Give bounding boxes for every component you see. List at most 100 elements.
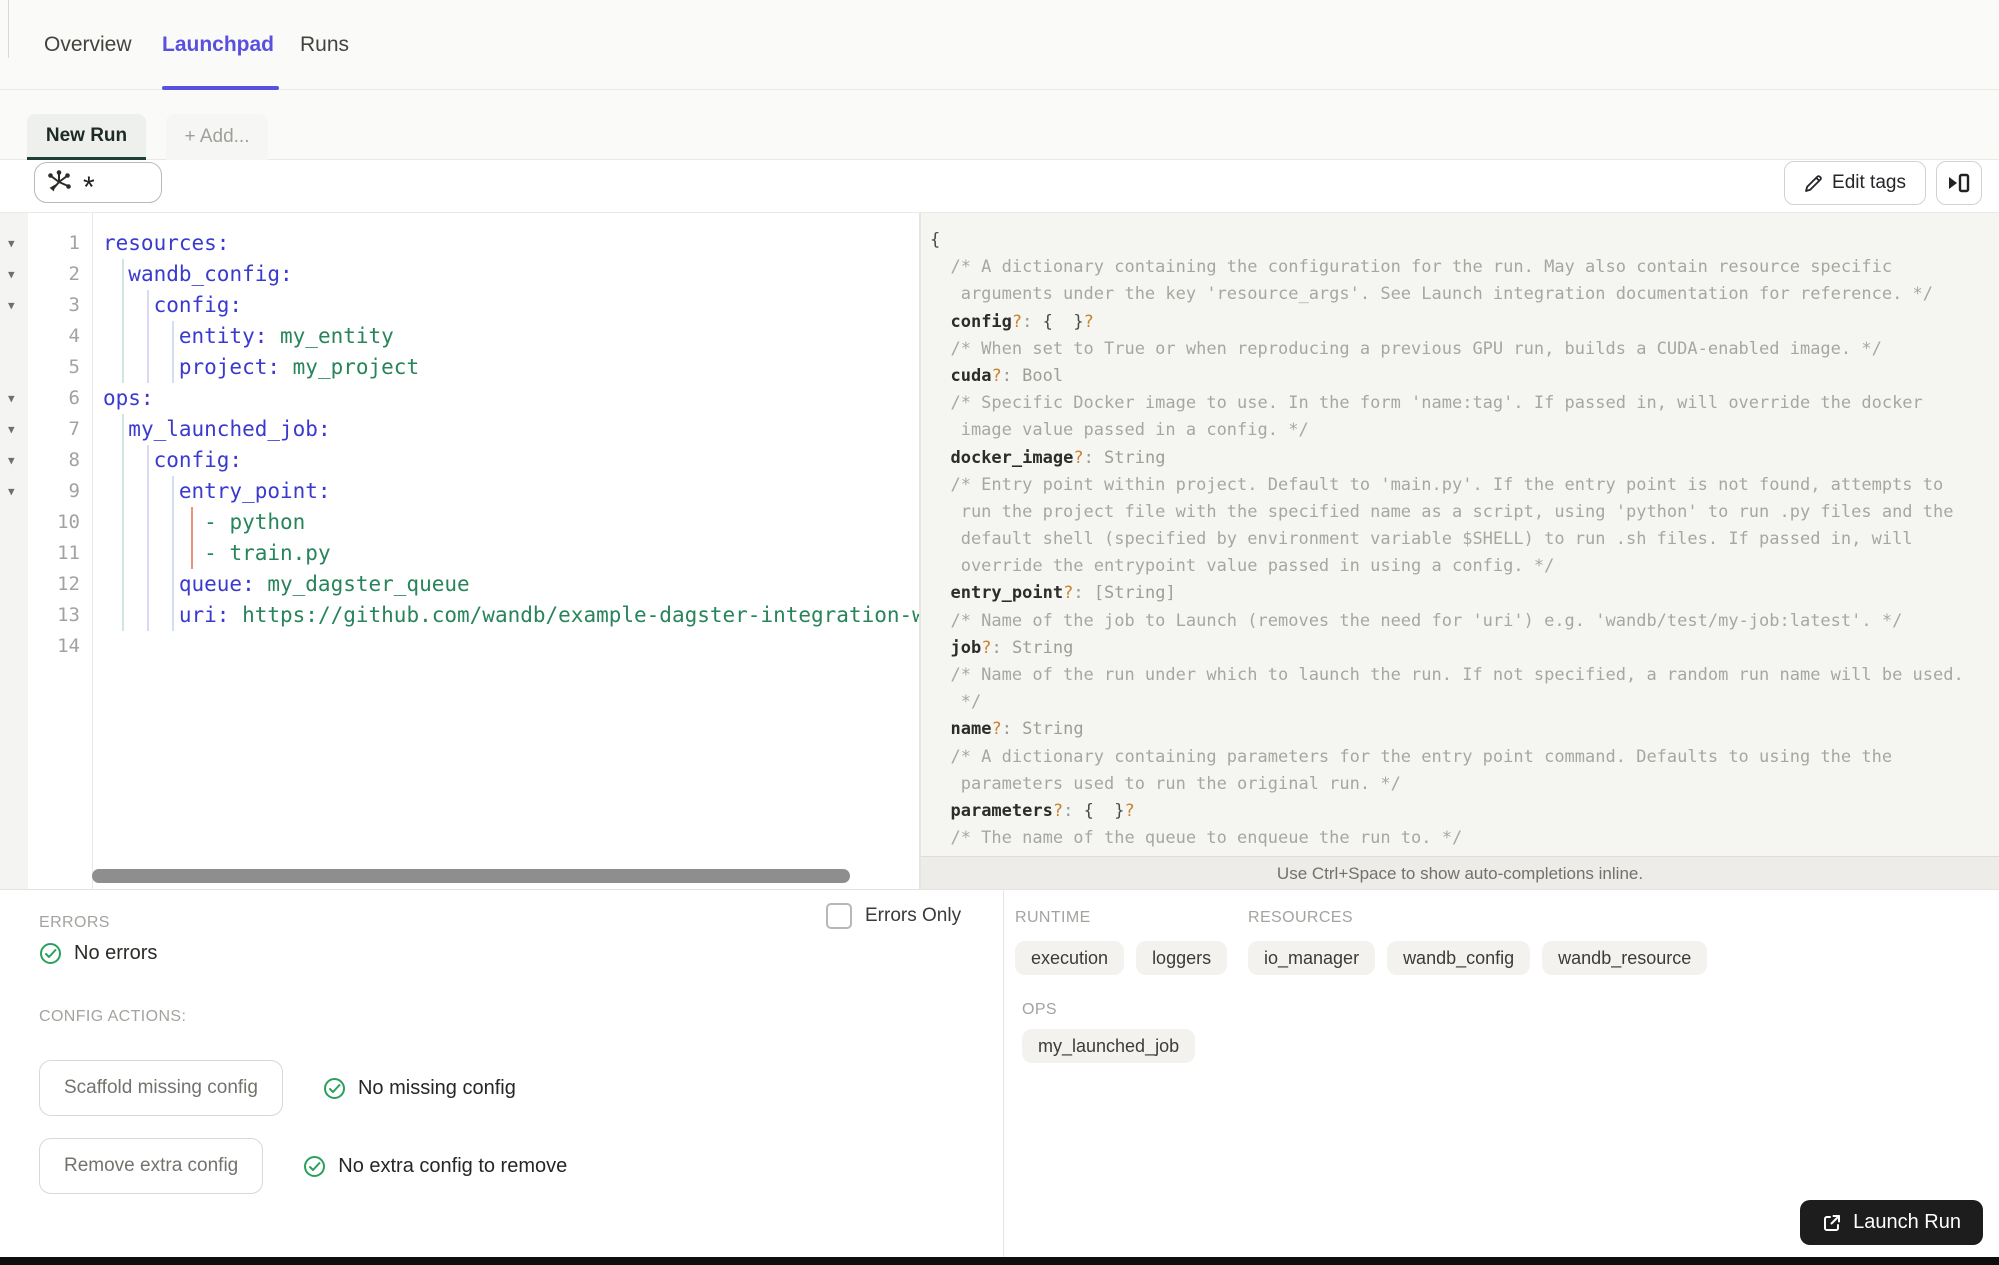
errors-section-label: ERRORS <box>39 914 110 931</box>
code-line[interactable]: ▼ 8 config: <box>0 445 919 476</box>
expand-panel-button[interactable] <box>1936 161 1982 205</box>
op-selector-value: * <box>83 170 95 204</box>
code-lines: ▼ 1 resources: ▼ 2 wandb_config: ▼ 3 config: 4 … <box>0 228 919 662</box>
code-line[interactable]: ▼ 1 resources: <box>0 228 919 259</box>
schema-doc-line: image value passed in a config. */ <box>930 420 1309 441</box>
code-line[interactable]: 12 queue: my_dagster_queue <box>0 569 919 600</box>
resources-section-label: RESOURCES <box>1248 909 1353 926</box>
schema-doc-line: { <box>930 230 941 250</box>
tag-pill[interactable]: io_manager <box>1248 941 1376 975</box>
line-number: 8 <box>68 449 80 471</box>
tag-pill[interactable]: my_launched_job <box>1022 1029 1196 1063</box>
schema-doc-line: default shell (specified by environment … <box>930 529 1913 550</box>
line-number: 4 <box>68 325 80 347</box>
line-number: 9 <box>68 480 80 502</box>
line-number: 14 <box>57 635 80 657</box>
remove-status-text: No extra config to remove <box>338 1154 568 1177</box>
launchpad-page: Overview Launchpad Runs New Run + Add... <box>0 0 1999 1265</box>
check-circle-icon <box>39 942 62 965</box>
bottom-panel-divider <box>1003 890 1004 1258</box>
code-text: - train.py <box>204 541 331 565</box>
code-text: config: <box>153 448 243 472</box>
top-tab-bar: Overview Launchpad Runs <box>0 0 1999 90</box>
launch-run-button[interactable]: Launch Run <box>1800 1200 1983 1245</box>
code-line[interactable]: 13 uri: https://github.com/wandb/example… <box>0 600 919 631</box>
check-circle-icon <box>323 1077 346 1100</box>
schema-doc-line: /* Name of the job to Launch (removes th… <box>930 610 1903 631</box>
tab-add-config[interactable]: + Add... <box>166 114 268 160</box>
schema-doc-line: parameters used to run the original run.… <box>930 773 1401 794</box>
code-text: entry_point: <box>178 479 331 503</box>
code-text: entity: my_entity <box>178 324 394 348</box>
launch-run-label: Launch Run <box>1853 1211 1961 1233</box>
schema-doc-line: entry_point?: [String] <box>950 583 1176 604</box>
schema-doc-line: docker_image?: String <box>950 447 1166 468</box>
scaffold-status: No missing config <box>323 1077 516 1100</box>
tab-runs[interactable]: Runs <box>300 0 349 90</box>
schema-doc-line: /* When set to True or when reproducing … <box>930 338 1882 359</box>
schema-doc-line: /* A dictionary containing the configura… <box>930 257 1893 278</box>
line-number: 13 <box>57 604 80 626</box>
play-panel-icon <box>1947 172 1971 194</box>
line-number: 12 <box>57 573 80 595</box>
op-selector-input[interactable]: * <box>34 162 162 203</box>
code-line[interactable]: ▼ 6 ops: <box>0 383 919 414</box>
resources-pills: io_manager wandb_config wandb_resource <box>1248 941 1708 975</box>
code-line[interactable]: 5 project: my_project <box>0 352 919 383</box>
errors-only-label: Errors Only <box>865 905 962 926</box>
schema-doc-line: override the entrypoint value passed in … <box>930 556 1555 577</box>
schema-doc-line: cuda?: Bool <box>950 365 1064 386</box>
schema-doc-line: name?: String <box>950 719 1084 740</box>
line-number: 1 <box>68 232 80 254</box>
tab-new-run[interactable]: New Run <box>27 114 146 160</box>
schema-doc-line: /* Entry point within project. Default t… <box>930 474 1944 495</box>
edit-tags-button[interactable]: Edit tags <box>1784 161 1926 205</box>
schema-doc-line: parameters?: { }? <box>950 800 1135 821</box>
errors-status-text: No errors <box>74 942 158 964</box>
errors-only-checkbox[interactable] <box>826 903 852 929</box>
check-circle-icon <box>303 1155 326 1178</box>
remove-status: No extra config to remove <box>303 1155 567 1178</box>
autocomplete-hint: Use Ctrl+Space to show auto-completions … <box>921 856 1999 889</box>
schema-doc-line: config?: { }? <box>950 311 1094 332</box>
remove-extra-config-button[interactable]: Remove extra config <box>39 1138 264 1194</box>
code-line[interactable]: ▼ 2 wandb_config: <box>0 259 919 290</box>
tag-pill[interactable]: wandb_config <box>1387 941 1531 975</box>
config-code-editor[interactable]: ▼ 1 resources: ▼ 2 wandb_config: ▼ 3 config: 4 … <box>0 213 919 889</box>
errors-only-toggle[interactable]: Errors Only <box>826 903 961 929</box>
toolbar-row: * Edit tags <box>0 160 1999 213</box>
editor-horizontal-scrollbar[interactable] <box>92 869 850 883</box>
code-line[interactable]: 4 entity: my_entity <box>0 321 919 352</box>
scaffold-missing-config-button[interactable]: Scaffold missing config <box>39 1060 283 1116</box>
code-line[interactable]: 10 - python <box>0 507 919 538</box>
code-line[interactable]: ▼ 7 my_launched_job: <box>0 414 919 445</box>
tab-launchpad[interactable]: Launchpad <box>162 0 274 90</box>
tag-pill[interactable]: loggers <box>1136 941 1228 975</box>
line-number: 10 <box>57 511 80 533</box>
remove-config-row: Remove extra config No extra config to r… <box>39 1138 567 1194</box>
bottom-panel: ERRORS No errors CONFIG ACTIONS: Scaffol… <box>0 889 1999 1258</box>
config-actions-label: CONFIG ACTIONS: <box>39 1008 187 1025</box>
schema-doc-text: { /* A dictionary containing the configu… <box>921 213 1999 856</box>
schema-doc-line: /* A dictionary containing parameters fo… <box>930 746 1893 767</box>
code-line[interactable]: ▼ 9 entry_point: <box>0 476 919 507</box>
code-text: resources: <box>103 231 230 255</box>
code-text: project: my_project <box>178 355 420 379</box>
code-text: queue: my_dagster_queue <box>178 572 470 596</box>
schema-doc-line: job?: String <box>950 637 1074 658</box>
schema-doc-line: /* Name of the run under which to launch… <box>930 665 1964 685</box>
ops-pills: my_launched_job <box>1022 1029 1196 1063</box>
tag-pill[interactable]: wandb_resource <box>1542 941 1708 975</box>
code-text: my_launched_job: <box>128 417 331 441</box>
code-line[interactable]: 11 - train.py <box>0 538 919 569</box>
code-text: ops: <box>103 386 154 410</box>
op-graph-icon <box>47 169 74 196</box>
code-line[interactable]: ▼ 3 config: <box>0 290 919 321</box>
tab-overview[interactable]: Overview <box>44 0 132 90</box>
schema-doc-line: /* The name of the queue to enqueue the … <box>930 828 1463 849</box>
schema-doc-line: /* Specific Docker image to use. In the … <box>930 393 1923 414</box>
config-tab-bar: New Run + Add... <box>0 90 1999 160</box>
tag-pill[interactable]: execution <box>1015 941 1125 975</box>
line-number: 2 <box>68 263 80 285</box>
code-line[interactable]: 14 <box>0 631 919 662</box>
